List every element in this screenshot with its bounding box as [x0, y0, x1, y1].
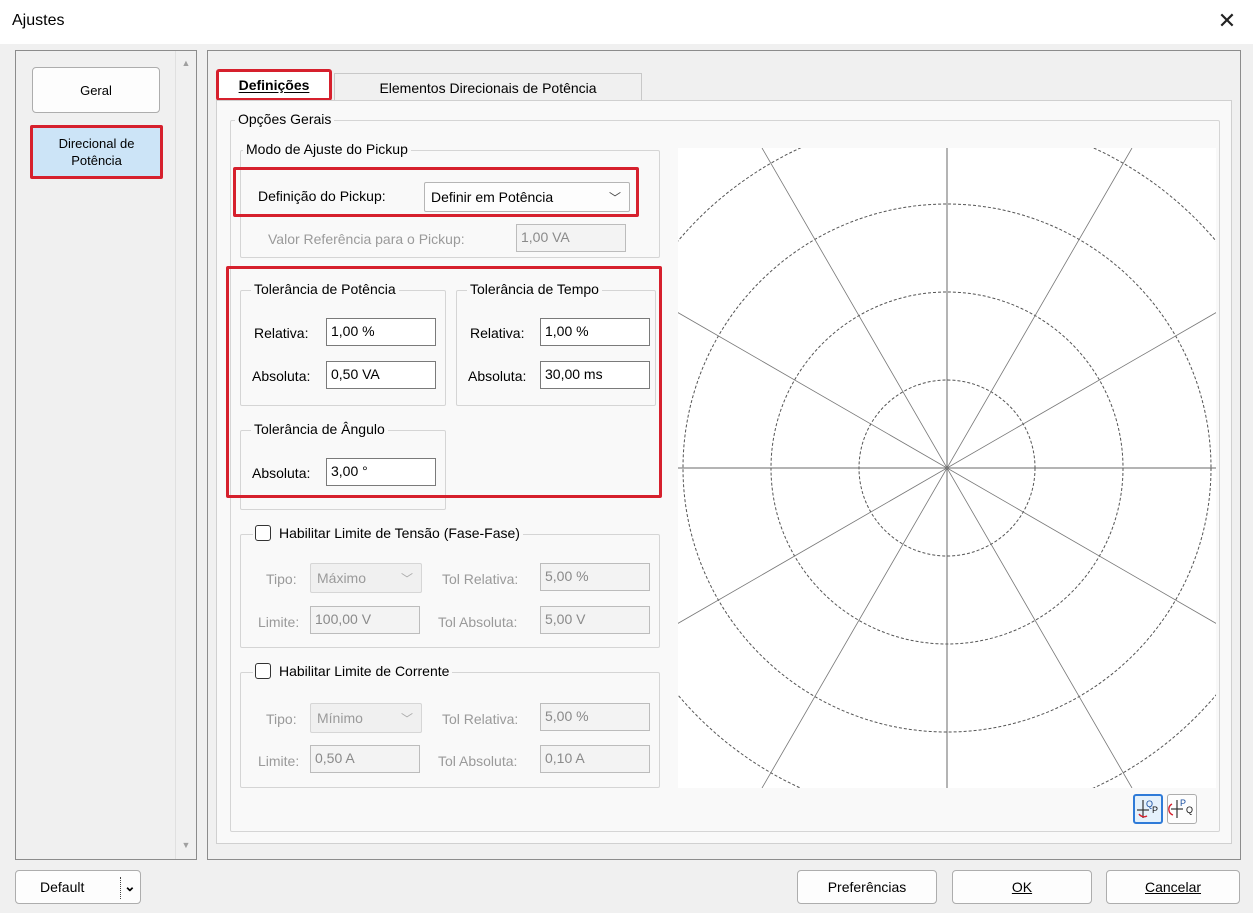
definicao-pickup-select[interactable]: Definir em Potência ﹀: [424, 182, 630, 212]
definicao-pickup-label: Definição do Pickup:: [258, 188, 386, 204]
window-title: Ajustes: [12, 12, 65, 29]
corrente-tol-absoluta-value: 0,10 A: [545, 750, 585, 766]
svg-text:Q: Q: [1186, 805, 1193, 815]
corrente-tol-relativa-value: 5,00 %: [545, 708, 589, 724]
tensao-tol-relativa-input[interactable]: 5,00 %: [540, 563, 650, 591]
default-button-label: Default: [40, 879, 85, 895]
tol-angulo-absoluta-label: Absoluta:: [252, 465, 311, 481]
tol-angulo-legend: Tolerância de Ângulo: [251, 421, 388, 437]
nav-direcional-label-line1: Direcional de: [58, 136, 135, 151]
tensao-tol-absoluta-label: Tol Absoluta:: [438, 614, 518, 630]
valor-referencia-input[interactable]: 1,00 VA: [516, 224, 626, 252]
tol-potencia-legend: Tolerância de Potência: [251, 281, 399, 297]
polar-diagram[interactable]: [678, 148, 1216, 788]
corrente-tipo-value: Mínimo: [317, 710, 363, 726]
tensao-limite-value: 100,00 V: [315, 611, 372, 627]
tol-potencia-relativa-label: Relativa:: [254, 325, 309, 341]
axes-q-p-button[interactable]: Q P: [1133, 794, 1163, 824]
chevron-down-icon: ﹀: [400, 572, 413, 586]
tab-elementos[interactable]: Elementos Direcionais de Potência: [334, 73, 642, 101]
cancelar-label: Cancelar: [1144, 879, 1202, 895]
nav-direcional-label-line2: Potência: [71, 153, 122, 168]
lim-tensao-checkbox[interactable]: [255, 525, 271, 541]
lim-corrente-label: Habilitar Limite de Corrente: [279, 663, 450, 679]
close-icon[interactable]: ✕: [1212, 6, 1242, 36]
tol-tempo-legend: Tolerância de Tempo: [467, 281, 602, 297]
preferencias-button[interactable]: Preferências: [797, 870, 937, 904]
corrente-tol-relativa-input[interactable]: 5,00 %: [540, 703, 650, 731]
tol-angulo-absoluta-input[interactable]: 3,00 °: [326, 458, 436, 486]
tol-potencia-absoluta-label: Absoluta:: [252, 368, 311, 384]
corrente-tipo-label: Tipo:: [266, 711, 297, 727]
preferencias-label: Preferências: [827, 879, 907, 895]
tensao-tipo-select[interactable]: Máximo ﹀: [310, 563, 422, 593]
cancelar-button[interactable]: Cancelar: [1106, 870, 1240, 904]
corrente-tol-absoluta-label: Tol Absoluta:: [438, 753, 518, 769]
axes-q-p-icon: Q P: [1137, 799, 1158, 818]
tol-potencia-relativa-value: 1,00 %: [331, 323, 375, 339]
valor-referencia-label: Valor Referência para o Pickup:: [268, 231, 465, 247]
scroll-down-icon[interactable]: ▼: [176, 837, 196, 853]
lim-corrente-legend: Habilitar Limite de Corrente: [253, 663, 453, 679]
chevron-down-icon: ﹀: [608, 191, 621, 205]
tensao-tipo-value: Máximo: [317, 570, 367, 586]
corrente-limite-input[interactable]: 0,50 A: [310, 745, 420, 773]
nav-scrollbar[interactable]: ▲ ▼: [175, 51, 195, 859]
tol-angulo-absoluta-value: 3,00 °: [331, 463, 368, 479]
pickup-legend: Modo de Ajuste do Pickup: [243, 141, 411, 157]
lim-corrente-checkbox[interactable]: [255, 663, 271, 679]
tensao-tol-relativa-label: Tol Relativa:: [442, 571, 519, 587]
tol-potencia-absoluta-value: 0,50 VA: [331, 366, 380, 382]
ok-label: OK: [1011, 879, 1033, 895]
nav-direcional-label: Direcional de Potência: [59, 135, 135, 169]
corrente-tol-relativa-label: Tol Relativa:: [442, 711, 519, 727]
lim-tensao-label: Habilitar Limite de Tensão (Fase-Fase): [279, 525, 520, 541]
scroll-up-icon[interactable]: ▲: [176, 55, 196, 71]
nav-direcional-button[interactable]: Direcional de Potência: [30, 125, 163, 179]
tensao-tol-relativa-value: 5,00 %: [545, 568, 589, 584]
corrente-limite-value: 0,50 A: [315, 750, 355, 766]
chevron-down-icon[interactable]: ⌄: [124, 878, 136, 895]
tol-potencia-absoluta-input[interactable]: 0,50 VA: [326, 361, 436, 389]
tol-tempo-relativa-value: 1,00 %: [545, 323, 589, 339]
tensao-limite-input[interactable]: 100,00 V: [310, 606, 420, 634]
tab-definicoes[interactable]: Definições: [216, 69, 332, 101]
svg-text:P: P: [1152, 805, 1158, 815]
axes-p-q-icon: P Q: [1168, 798, 1193, 818]
settings-nav-panel: Geral Direcional de Potência ▲ ▼: [15, 50, 197, 860]
tensao-tipo-label: Tipo:: [266, 571, 297, 587]
tol-tempo-absoluta-label: Absoluta:: [468, 368, 527, 384]
corrente-tol-absoluta-input[interactable]: 0,10 A: [540, 745, 650, 773]
tol-tempo-absoluta-input[interactable]: 30,00 ms: [540, 361, 650, 389]
tab-definicoes-label: Definições: [238, 77, 310, 93]
tab-elementos-label: Elementos Direcionais de Potência: [379, 79, 597, 96]
ok-button[interactable]: OK: [952, 870, 1092, 904]
tol-potencia-relativa-input[interactable]: 1,00 %: [326, 318, 436, 346]
title-bar: Ajustes ✕: [0, 0, 1253, 44]
lim-tensao-legend: Habilitar Limite de Tensão (Fase-Fase): [253, 525, 523, 541]
axes-p-q-button[interactable]: P Q: [1167, 794, 1197, 824]
definicao-pickup-value: Definir em Potência: [431, 189, 554, 205]
nav-geral-button[interactable]: Geral: [32, 67, 160, 113]
corrente-tipo-select[interactable]: Mínimo ﹀: [310, 703, 422, 733]
tensao-tol-absoluta-input[interactable]: 5,00 V: [540, 606, 650, 634]
chevron-down-icon: ﹀: [400, 712, 413, 726]
tol-tempo-relativa-input[interactable]: 1,00 %: [540, 318, 650, 346]
tensao-limite-label: Limite:: [258, 614, 300, 630]
nav-geral-label: Geral: [80, 82, 112, 98]
tol-tempo-absoluta-value: 30,00 ms: [545, 366, 603, 382]
default-button[interactable]: Default ⌄: [15, 870, 141, 904]
corrente-limite-label: Limite:: [258, 753, 300, 769]
valor-referencia-value: 1,00 VA: [521, 229, 570, 245]
opcoes-gerais-legend: Opções Gerais: [235, 111, 335, 127]
tensao-tol-absoluta-value: 5,00 V: [545, 611, 586, 627]
split-divider: [120, 877, 121, 899]
tol-tempo-relativa-label: Relativa:: [470, 325, 525, 341]
polar-grid: [678, 148, 1216, 788]
